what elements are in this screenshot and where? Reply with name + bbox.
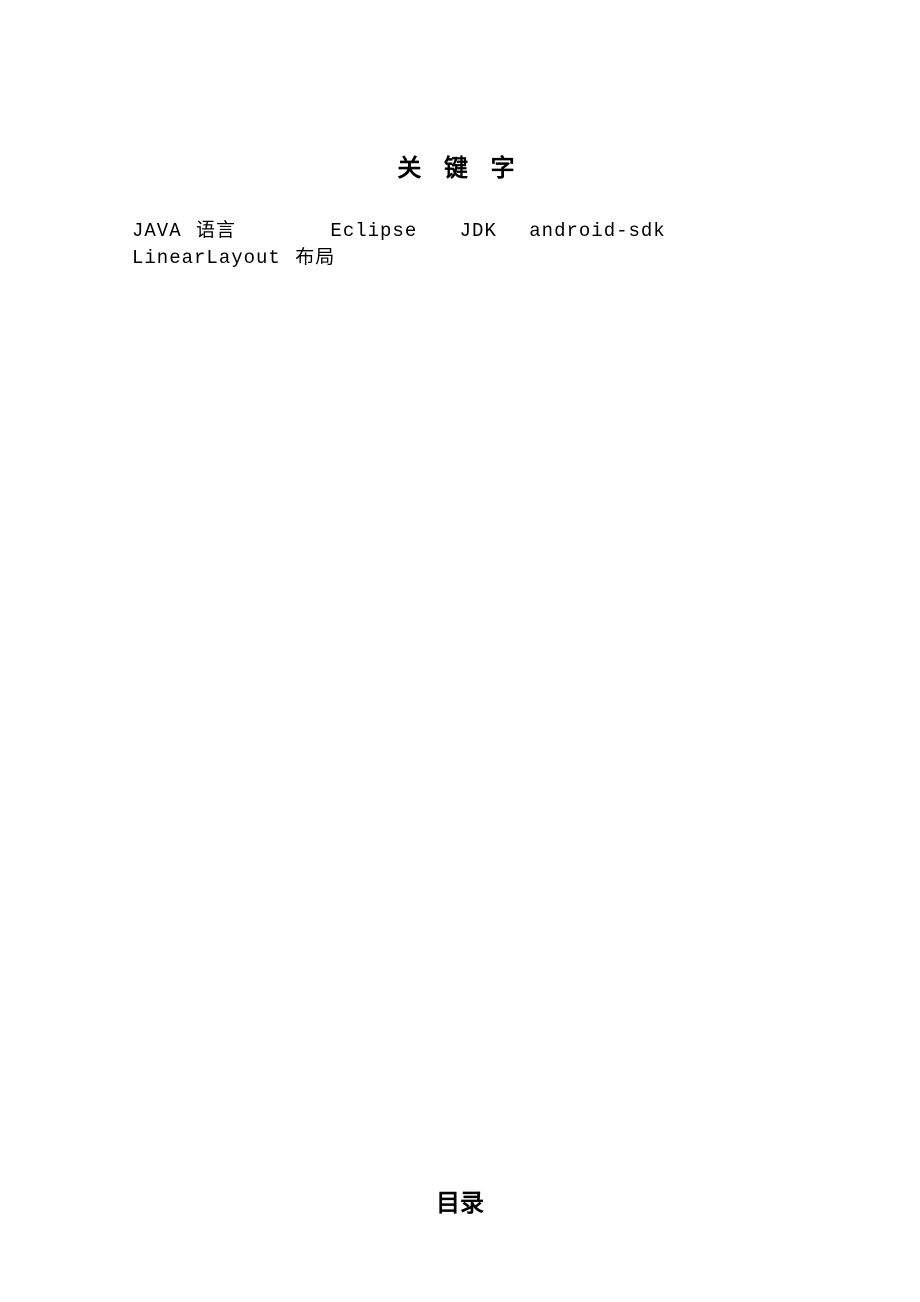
keywords-heading: 关 键 字 — [0, 148, 920, 183]
toc-heading: 目录 — [0, 1183, 920, 1218]
keyword-item: JAVA 语言 — [132, 215, 236, 242]
keyword-item: JDK — [460, 220, 497, 242]
keyword-item: LinearLayout 布局 — [132, 242, 335, 269]
keyword-item: Eclipse — [330, 220, 417, 242]
keyword-item: android-sdk — [529, 220, 665, 242]
keywords-list: JAVA 语言 Eclipse JDK android-sdk LinearLa… — [132, 215, 820, 269]
